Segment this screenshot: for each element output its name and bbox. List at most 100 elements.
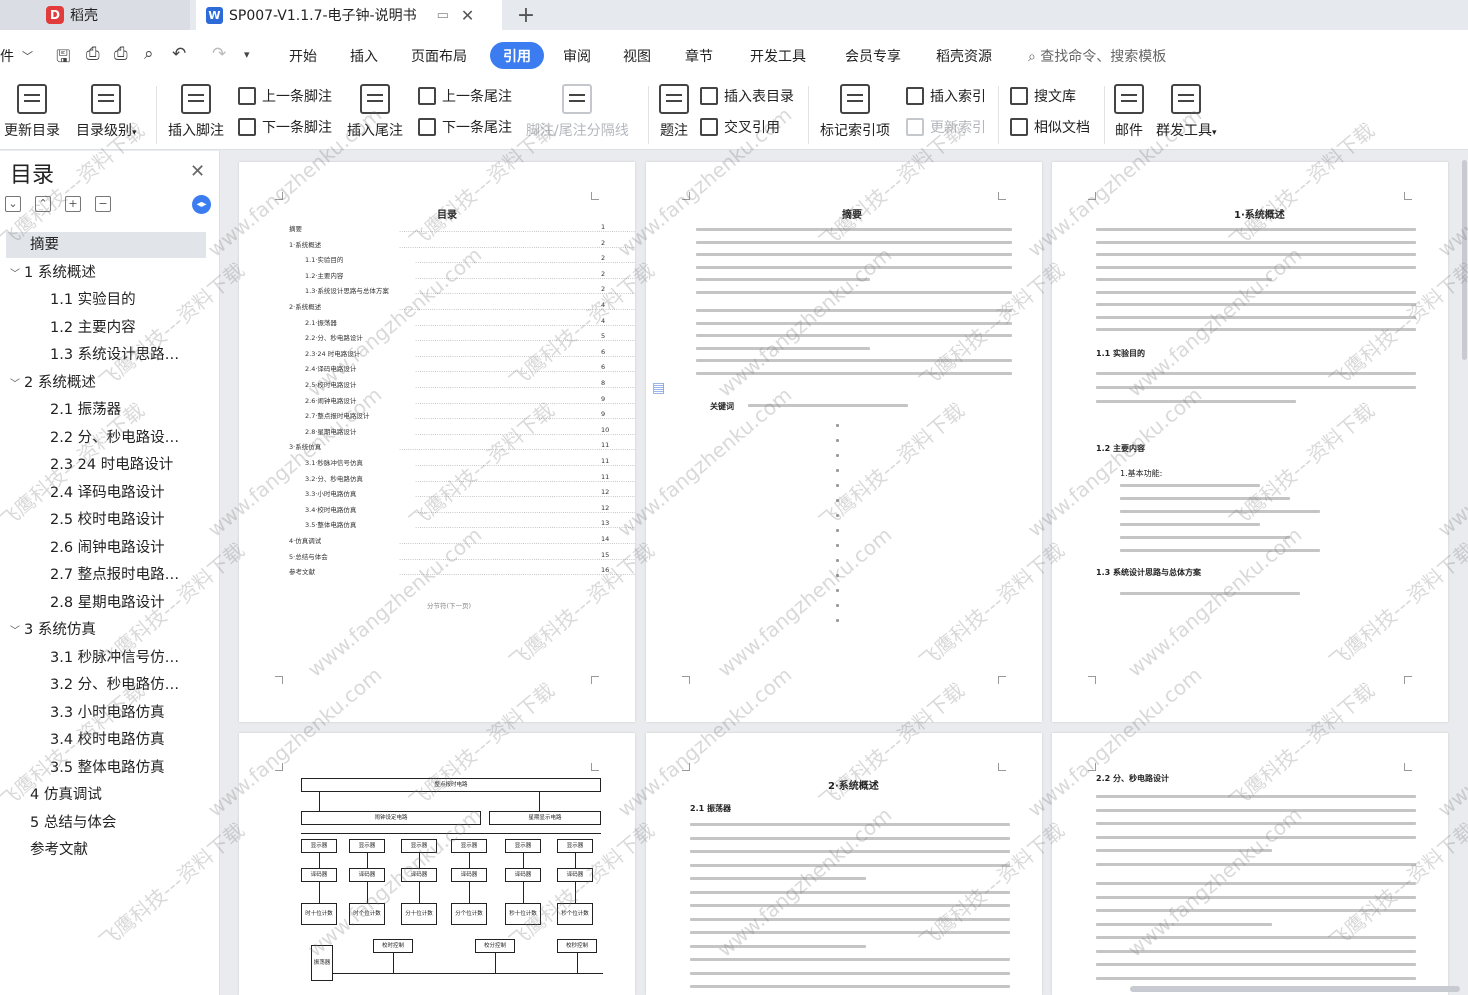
customize-chevron-icon[interactable]: ▾	[244, 48, 250, 61]
export-pdf-icon[interactable]: ⎙	[86, 44, 100, 64]
caption-button[interactable]: 题注	[659, 84, 689, 140]
toc-item[interactable]: 2.6 闹钟电路设计	[0, 535, 210, 561]
menu-view[interactable]: 视图	[623, 46, 651, 66]
mail-button[interactable]: 邮件	[1114, 84, 1144, 140]
page-toc[interactable]: 目录 摘要 ………………………………………………………………………………………………	[239, 162, 635, 722]
menu-chapter[interactable]: 章节	[685, 46, 713, 66]
save-icon[interactable]: 🖫	[56, 44, 70, 73]
text-line	[1120, 536, 1290, 539]
prev-endnote-button[interactable]: 上一条尾注	[418, 86, 512, 106]
toc-item[interactable]: 3.3 小时电路仿真	[0, 700, 210, 726]
update-toc-button[interactable]: 更新目录	[4, 84, 60, 140]
chevron-down-icon[interactable]: ﹀	[10, 262, 24, 286]
page-system-design[interactable]: 2·系统概述 2.1 振荡器	[646, 733, 1042, 995]
next-footnote-icon	[238, 118, 256, 136]
prev-footnote-button[interactable]: 上一条脚注	[238, 86, 332, 106]
toc-item[interactable]: ﹀ 2 系统概述	[0, 370, 210, 396]
writer-logo-icon: W	[206, 6, 223, 24]
toc-line-title: 3.1·秒脉冲信号仿真	[305, 459, 363, 467]
toc-item[interactable]: ﹀ 3 系统仿真	[0, 617, 210, 643]
cross-reference-button[interactable]: 交叉引用	[700, 117, 780, 137]
next-footnote-button[interactable]: 下一条脚注	[238, 117, 332, 137]
chevron-down-icon[interactable]: ﹀	[10, 372, 24, 396]
expand-all-icon[interactable]: ⌃	[35, 196, 51, 212]
menu-reference[interactable]: 引用	[490, 42, 544, 69]
diagram-wire	[419, 853, 420, 868]
collapse-all-icon[interactable]: ⌄	[5, 196, 21, 212]
toc-item[interactable]: 4 仿真调试	[0, 782, 210, 808]
similar-documents-button[interactable]: 相似文档	[1010, 117, 1090, 137]
redo-icon[interactable]: ↷	[212, 44, 226, 64]
menu-review[interactable]: 审阅	[563, 46, 591, 66]
file-menu[interactable]: 件	[0, 46, 14, 66]
monitor-icon[interactable]: ▭	[437, 8, 449, 23]
toc-item[interactable]: 2.8 星期电路设计	[0, 590, 210, 616]
page-min-sec-circuit[interactable]: 2.2 分、秒电路设计	[1052, 733, 1448, 995]
tab-docer-home[interactable]: D 稻壳	[0, 0, 190, 30]
page-block-diagram[interactable]: 整点报时电路 闹钟设定电路 星期显示电路 显示器 译码器 时十位计数 显示器 译码器 时个位计数…	[239, 733, 635, 995]
sidebar-toggle-icon[interactable]: ◂▸	[192, 195, 211, 214]
toc-item[interactable]: 2.5 校时电路设计	[0, 507, 210, 533]
footnote-separator-button[interactable]: 脚注/尾注分隔线	[526, 84, 629, 140]
page-corner-mark	[1088, 676, 1096, 684]
toc-item[interactable]: 2.7 整点报时电路…	[0, 562, 210, 588]
insert-footnote-button[interactable]: 插入脚注	[168, 84, 224, 140]
toc-item[interactable]: 3.4 校时电路仿真	[0, 727, 210, 753]
toc-line-page: 13	[601, 519, 610, 528]
mark-index-button[interactable]: 标记索引项	[820, 84, 890, 140]
toc-level-button[interactable]: 目录级别▾	[76, 84, 137, 140]
toc-item[interactable]: 3.5 整体电路仿真	[0, 755, 210, 781]
print-preview-icon[interactable]: ⌕	[144, 44, 154, 64]
page-abstract[interactable]: 摘要 关键词 ▤	[646, 162, 1042, 722]
toc-item[interactable]: 2.1 振荡器	[0, 397, 210, 423]
toc-item[interactable]: 1.3 系统设计思路…	[0, 342, 210, 368]
text-line	[696, 346, 870, 350]
diagram-box: 译码器	[451, 868, 487, 882]
new-tab-button[interactable]: +	[514, 0, 538, 30]
toc-item[interactable]: 2.3 24 时电路设计	[0, 452, 210, 478]
page-system-overview[interactable]: 1·系统概述 1.1 实验目的 1.2 主要内容 1.基本功能: 1.3 系统设…	[1052, 162, 1448, 722]
text-line	[696, 334, 1012, 337]
toc-item[interactable]: 2.4 译码电路设计	[0, 480, 210, 506]
insert-index-button[interactable]: 插入索引	[906, 86, 986, 106]
menu-member[interactable]: 会员专享	[845, 46, 901, 66]
page-corner-mark	[1088, 192, 1096, 200]
chevron-down-icon[interactable]: ﹀	[22, 48, 33, 64]
add-heading-icon[interactable]: +	[65, 196, 81, 212]
text-line	[1096, 795, 1416, 798]
insert-endnote-button[interactable]: 插入尾注	[347, 84, 403, 140]
menu-docer-resources[interactable]: 稻壳资源	[936, 46, 992, 66]
menu-developer[interactable]: 开发工具	[750, 46, 806, 66]
toc-line-title: 2.6·闹钟电路设计	[305, 396, 357, 405]
update-index-button[interactable]: 更新索引	[906, 117, 986, 137]
command-search[interactable]: ⌕ 查找命令、搜索模板	[1028, 46, 1166, 66]
toc-item[interactable]: 参考文献	[0, 837, 210, 863]
horizontal-scrollbar[interactable]	[1130, 986, 1460, 992]
menu-insert[interactable]: 插入	[350, 46, 378, 66]
menu-page-layout[interactable]: 页面布局	[411, 46, 467, 66]
menu-start[interactable]: 开始	[289, 46, 317, 66]
comment-icon[interactable]: ▤	[652, 380, 665, 396]
mass-send-button[interactable]: 群发工具▾	[1156, 84, 1217, 140]
toc-item[interactable]: 3.1 秒脉冲信号仿…	[0, 645, 210, 671]
remove-heading-icon[interactable]: −	[95, 196, 111, 212]
toc-item[interactable]: ﹀ 1 系统概述	[0, 260, 210, 286]
endnote-icon	[360, 84, 390, 114]
chevron-down-icon[interactable]: ﹀	[10, 619, 24, 643]
toc-item[interactable]: 1.1 实验目的	[0, 287, 210, 313]
tab-document[interactable]: W SP007-V1.1.7-电子钟-说明书 ▭ ✕	[196, 0, 502, 30]
toc-item[interactable]: 5 总结与体会	[0, 810, 210, 836]
vertical-scrollbar[interactable]	[1462, 160, 1467, 360]
insert-table-toc-button[interactable]: 插入表目录	[700, 86, 794, 106]
undo-icon[interactable]: ↶	[172, 44, 186, 64]
toc-item[interactable]: 3.2 分、秒电路仿…	[0, 672, 210, 698]
print-icon[interactable]: ⎙	[114, 44, 128, 64]
search-library-button[interactable]: 搜文库	[1010, 86, 1076, 106]
toc-item[interactable]: 2.2 分、秒电路设…	[0, 425, 210, 451]
toc-item[interactable]: 摘要	[6, 232, 206, 258]
close-icon[interactable]: ✕	[190, 161, 205, 182]
text-line	[1096, 228, 1416, 231]
next-endnote-button[interactable]: 下一条尾注	[418, 117, 512, 137]
toc-item[interactable]: 1.2 主要内容	[0, 315, 210, 341]
close-tab-icon[interactable]: ✕	[461, 6, 474, 25]
